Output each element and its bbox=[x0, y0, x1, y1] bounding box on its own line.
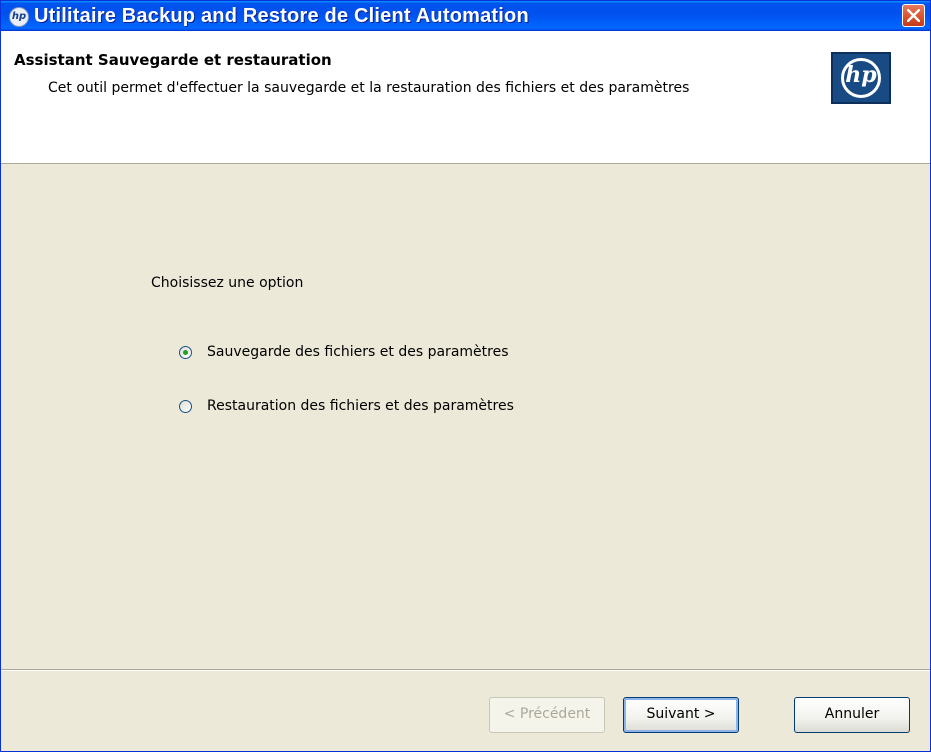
restore-option[interactable]: Restauration des fichiers et des paramèt… bbox=[179, 398, 514, 414]
backup-option[interactable]: Sauvegarde des fichiers et des paramètre… bbox=[179, 344, 509, 360]
wizard-subtitle: Cet outil permet d'effectuer la sauvegar… bbox=[48, 80, 690, 96]
backup-option-label[interactable]: Sauvegarde des fichiers et des paramètre… bbox=[207, 344, 509, 360]
hp-logo: hp bbox=[831, 52, 891, 104]
cancel-button[interactable]: Annuler bbox=[794, 697, 910, 733]
restore-option-label[interactable]: Restauration des fichiers et des paramèt… bbox=[207, 398, 514, 414]
restore-radio[interactable] bbox=[179, 399, 192, 413]
next-button[interactable]: Suivant > bbox=[623, 697, 739, 733]
wizard-title: Assistant Sauvegarde et restauration bbox=[14, 51, 332, 69]
window-title: Utilitaire Backup and Restore de Client … bbox=[34, 5, 529, 27]
wizard-window: hp Utilitaire Backup and Restore de Clie… bbox=[0, 0, 931, 752]
title-bar[interactable]: hp Utilitaire Backup and Restore de Clie… bbox=[1, 1, 930, 31]
hp-logo-text: hp bbox=[845, 62, 877, 88]
option-prompt: Choisissez une option bbox=[151, 275, 304, 291]
close-button[interactable] bbox=[902, 4, 925, 27]
previous-button[interactable]: < Précédent bbox=[489, 697, 605, 733]
backup-radio[interactable] bbox=[179, 345, 192, 359]
wizard-header: Assistant Sauvegarde et restauration Cet… bbox=[1, 31, 930, 164]
hp-app-icon: hp bbox=[9, 7, 29, 27]
wizard-content: Choisissez une option Sauvegarde des fic… bbox=[1, 164, 930, 669]
footer-separator bbox=[1, 669, 930, 671]
close-icon bbox=[907, 9, 920, 22]
